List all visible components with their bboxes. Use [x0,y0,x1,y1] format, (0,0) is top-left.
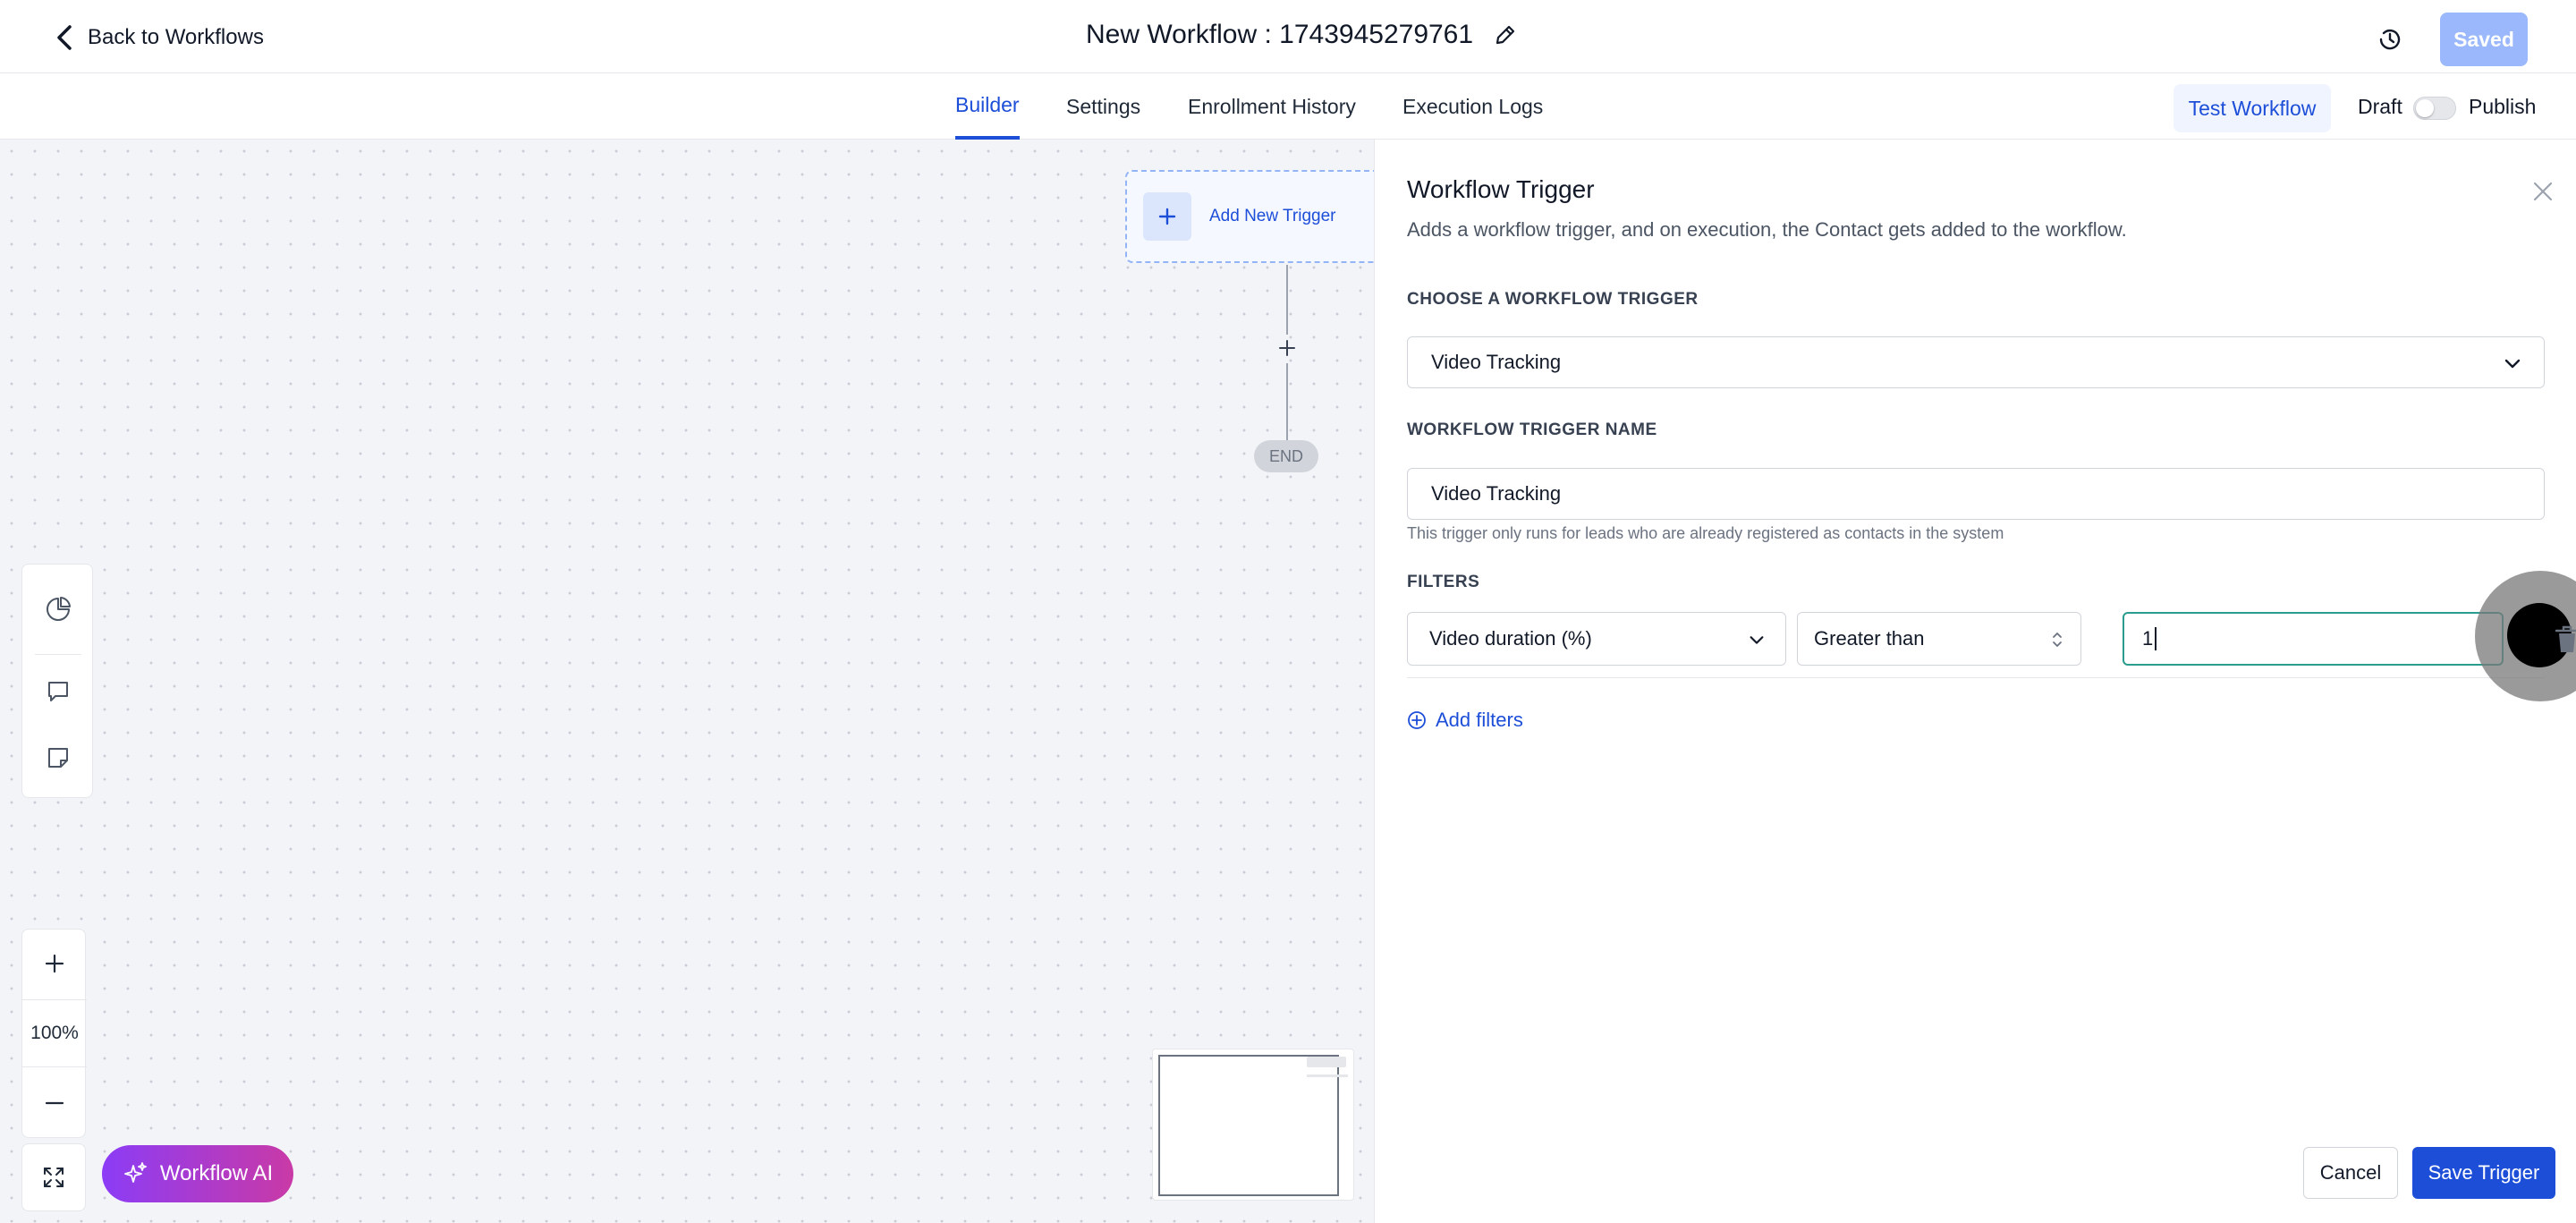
filter-row: Video duration (%) Greater than 1 [1407,571,2576,701]
filter-value-input[interactable]: 1 [2123,612,2504,666]
choose-trigger-label: CHOOSE A WORKFLOW TRIGGER [1407,290,1699,309]
plus-circle-icon [1408,711,1426,729]
chevron-up-down-icon [2053,633,2062,647]
sticky-note-icon[interactable] [40,740,76,776]
filter-value-text: 1 [2142,627,2154,650]
add-filters-button[interactable]: Add filters [1407,709,1523,732]
minimap-node [1307,1057,1346,1067]
tab-enrollment-history[interactable]: Enrollment History [1188,73,1356,140]
filter-field-select[interactable]: Video duration (%) [1407,612,1786,666]
workflow-title: New Workflow : 1743945279761 [1086,20,1518,50]
workflow-trigger-drawer: Workflow Trigger Adds a workflow trigger… [1374,140,2576,1223]
chevron-down-icon [2504,359,2521,369]
expand-icon [44,1168,64,1187]
add-new-trigger-node[interactable]: Add New Trigger [1125,170,1374,263]
version-history-button[interactable] [2372,21,2408,57]
workflow-ai-button[interactable]: Workflow AI [102,1145,293,1202]
drawer-subtitle: Adds a workflow trigger, and on executio… [1407,218,2127,241]
trigger-type-select[interactable]: Video Tracking [1407,336,2545,388]
toggle-knob [2416,99,2434,117]
tab-settings[interactable]: Settings [1066,73,1140,140]
plus-icon [1279,340,1295,356]
add-filters-label: Add filters [1436,709,1523,731]
sparkles-icon [123,1162,147,1183]
filter-operator-select[interactable]: Greater than [1797,612,2081,666]
publish-toggle[interactable] [2413,97,2456,120]
back-label: Back to Workflows [88,25,264,49]
tools-divider [35,654,81,655]
workflow-ai-label: Workflow AI [159,1161,274,1185]
comment-icon[interactable] [40,674,76,709]
trigger-helper-text: This trigger only runs for leads who are… [1407,524,2004,542]
tab-execution-logs[interactable]: Execution Logs [1402,73,1543,140]
history-icon [2379,29,2401,50]
zoom-in-button[interactable] [22,930,87,998]
test-workflow-button[interactable]: Test Workflow [2174,84,2331,132]
minus-icon [45,1101,64,1105]
workflow-title-text: New Workflow : 1743945279761 [1086,20,1474,49]
plus-icon [1143,192,1191,241]
chevron-left-icon [57,25,72,50]
save-trigger-button[interactable]: Save Trigger [2412,1147,2555,1199]
minimap[interactable] [1152,1049,1354,1201]
draft-label: Draft [2358,95,2402,118]
filter-field-value: Video duration (%) [1429,627,1592,650]
cancel-button[interactable]: Cancel [2303,1147,2398,1199]
canvas-tools [21,564,93,798]
trigger-name-input[interactable]: Video Tracking [1407,468,2545,520]
fit-view-button[interactable] [21,1143,86,1211]
pencil-icon[interactable] [1493,22,1518,47]
add-trigger-label: Add New Trigger [1209,207,1336,225]
chevron-down-icon [1750,636,1764,644]
drawer-title: Workflow Trigger [1407,175,1595,203]
connector-line [1286,363,1288,440]
tab-bar: Builder Settings Enrollment History Exec… [0,73,2576,140]
back-to-workflows-link[interactable]: Back to Workflows [52,21,264,54]
trigger-type-value: Video Tracking [1431,351,1562,373]
connector-line [1286,265,1288,335]
saved-button[interactable]: Saved [2440,13,2528,66]
trash-icon[interactable] [2554,624,2576,655]
tab-builder[interactable]: Builder [955,73,1020,140]
zoom-level: 100% [22,999,87,1067]
close-icon [2533,182,2553,201]
minimap-line [1307,1074,1348,1077]
zoom-out-button[interactable] [22,1069,87,1137]
add-step-button[interactable] [1275,336,1299,360]
publish-label: Publish [2469,95,2537,118]
pie-chart-icon[interactable] [40,591,76,627]
filter-operator-value: Greater than [1814,627,1925,650]
end-node: END [1254,440,1318,472]
close-drawer-button[interactable] [2529,177,2557,206]
filters-label: FILTERS [1407,573,1480,591]
top-header: Back to Workflows New Workflow : 1743945… [0,0,2576,73]
plus-icon [45,954,64,973]
workflow-canvas[interactable]: Add New Trigger END 100% Workflow AI [0,140,1374,1223]
text-cursor [2155,627,2157,650]
zoom-controls: 100% [21,929,87,1138]
trigger-name-value: Video Tracking [1431,482,1562,505]
trigger-name-label: WORKFLOW TRIGGER NAME [1407,420,1657,439]
